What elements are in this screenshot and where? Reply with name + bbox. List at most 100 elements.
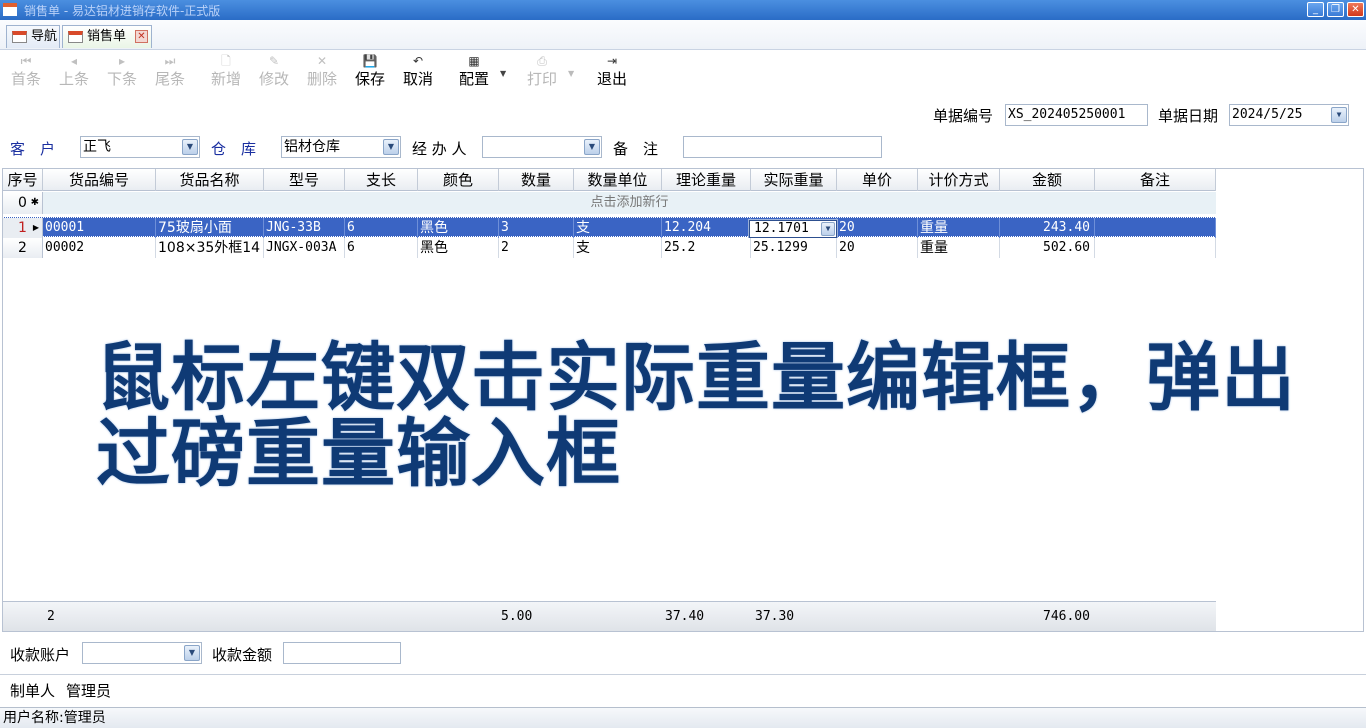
cell-amount[interactable]: 502.60 bbox=[1000, 238, 1095, 258]
cell-price[interactable]: 20 bbox=[837, 238, 918, 258]
cell-unit[interactable]: 支 bbox=[574, 238, 662, 258]
cell-amount[interactable]: 243.40 bbox=[1000, 218, 1095, 238]
close-button[interactable]: ✕ bbox=[1347, 2, 1364, 17]
exit-button[interactable]: ⇥ 退出 bbox=[594, 53, 630, 93]
cell-qty[interactable]: 3 bbox=[499, 218, 574, 238]
cell-color[interactable]: 黑色 bbox=[418, 238, 499, 258]
cell-name[interactable]: 108×35外框14 bbox=[156, 238, 264, 258]
delete-button[interactable]: ✕ 删除 bbox=[304, 53, 340, 93]
weight-dropdown-icon[interactable]: ▼ bbox=[821, 222, 835, 236]
col-header-length[interactable]: 支长 bbox=[345, 169, 418, 191]
cell-remark[interactable] bbox=[1095, 238, 1216, 258]
cell-qty[interactable]: 2 bbox=[499, 238, 574, 258]
minimize-button[interactable]: _ bbox=[1307, 2, 1324, 17]
cell-code[interactable]: 00001 bbox=[43, 218, 156, 238]
col-header-code[interactable]: 货品编号 bbox=[43, 169, 156, 191]
tab-navigation[interactable]: 导航 bbox=[6, 25, 60, 48]
save-icon: 💾 bbox=[362, 54, 378, 68]
edit-icon: ✎ bbox=[268, 54, 280, 68]
row-header: 1 ▶ bbox=[3, 218, 43, 238]
customer-label: 客 户 bbox=[10, 140, 56, 158]
cell-unit[interactable]: 支 bbox=[574, 218, 662, 238]
print-button[interactable]: ⎙ 打印 bbox=[524, 53, 560, 93]
cell-theory-weight[interactable]: 12.204 bbox=[662, 218, 751, 238]
cell-length[interactable]: 6 bbox=[345, 218, 418, 238]
tab-label: 销售单 bbox=[87, 29, 127, 44]
col-header-model[interactable]: 型号 bbox=[264, 169, 345, 191]
cell-theory-weight[interactable]: 25.2 bbox=[662, 238, 751, 258]
col-header-remark[interactable]: 备注 bbox=[1095, 169, 1216, 191]
doc-date-label: 单据日期 bbox=[1158, 107, 1219, 125]
add-button[interactable]: 🗋 新增 bbox=[208, 53, 244, 93]
actual-weight-value: 12.1701 bbox=[754, 221, 809, 236]
toolbar-separator bbox=[514, 55, 515, 93]
title-bar: 销售单 - 易达铝材进销存软件-正式版 _ ❐ ✕ bbox=[0, 0, 1366, 20]
cell-model[interactable]: JNGX-003A bbox=[264, 238, 345, 258]
doc-date-value: 2024/5/25 bbox=[1232, 107, 1303, 122]
save-button[interactable]: 💾 保存 bbox=[352, 53, 388, 93]
payment-account-dropdown-icon[interactable]: ▼ bbox=[184, 645, 200, 661]
last-record-button[interactable]: ⏭ 尾条 bbox=[152, 53, 188, 93]
prev-record-button[interactable]: ◂ 上条 bbox=[56, 53, 92, 93]
cell-pricing[interactable]: 重量 bbox=[918, 218, 1000, 238]
calendar-dropdown-icon[interactable]: ▼ bbox=[1331, 107, 1347, 123]
cell-color[interactable]: 黑色 bbox=[418, 218, 499, 238]
payment-amount-input[interactable] bbox=[283, 642, 401, 664]
grid-summary-row: 2 5.00 37.40 37.30 746.00 bbox=[3, 601, 1216, 631]
add-row[interactable]: 0 ✱ 点击添加新行 bbox=[3, 192, 1216, 214]
handler-dropdown-icon[interactable]: ▼ bbox=[584, 139, 600, 155]
grid-header: 序号 货品编号 货品名称 型号 支长 颜色 数量 数量单位 理论重量 实际重量 … bbox=[3, 169, 1216, 191]
customer-value: 正飞 bbox=[83, 139, 111, 155]
cell-name[interactable]: 75玻扇小面 bbox=[156, 218, 264, 238]
cell-model[interactable]: JNG-33B bbox=[264, 218, 345, 238]
print-dropdown-icon[interactable]: ▼ bbox=[568, 69, 574, 78]
col-header-index[interactable]: 序号 bbox=[3, 169, 43, 191]
document-icon bbox=[68, 31, 83, 43]
col-header-amount[interactable]: 金额 bbox=[1000, 169, 1095, 191]
col-header-pricing[interactable]: 计价方式 bbox=[918, 169, 1000, 191]
cell-code[interactable]: 00002 bbox=[43, 238, 156, 258]
row-header: 2 bbox=[3, 238, 43, 258]
customer-dropdown-icon[interactable]: ▼ bbox=[182, 139, 198, 155]
edit-button[interactable]: ✎ 修改 bbox=[256, 53, 292, 93]
warehouse-dropdown-icon[interactable]: ▼ bbox=[383, 139, 399, 155]
remark-input[interactable] bbox=[683, 136, 882, 158]
cell-price[interactable]: 20 bbox=[837, 218, 918, 238]
first-record-button[interactable]: ⏮ 首条 bbox=[8, 53, 44, 93]
maker-value: 管理员 bbox=[66, 682, 112, 700]
toolbar-separator bbox=[446, 55, 447, 93]
tab-close-icon[interactable]: ✕ bbox=[135, 30, 148, 43]
add-row-hint[interactable]: 点击添加新行 bbox=[43, 192, 1216, 214]
col-header-price[interactable]: 单价 bbox=[837, 169, 918, 191]
cell-length[interactable]: 6 bbox=[345, 238, 418, 258]
next-record-button[interactable]: ▸ 下条 bbox=[104, 53, 140, 93]
tab-sales-order[interactable]: 销售单 ✕ bbox=[62, 25, 152, 48]
handler-label: 经 办 人 bbox=[412, 140, 467, 158]
col-header-unit[interactable]: 数量单位 bbox=[574, 169, 662, 191]
col-header-actual-weight[interactable]: 实际重量 bbox=[751, 169, 837, 191]
summary-count: 2 bbox=[47, 609, 55, 624]
col-header-qty[interactable]: 数量 bbox=[499, 169, 574, 191]
status-bar: 用户名称:管理员 bbox=[0, 707, 1366, 728]
doc-no-field[interactable]: XS_202405250001 bbox=[1005, 104, 1148, 126]
col-header-color[interactable]: 颜色 bbox=[418, 169, 499, 191]
cell-actual-weight[interactable]: 25.1299 bbox=[751, 238, 837, 258]
payment-account-select[interactable]: ▼ bbox=[82, 642, 202, 664]
cancel-button[interactable]: ↶ 取消 bbox=[400, 53, 436, 93]
table-row[interactable]: 2 00002 108×35外框14 JNGX-003A 6 黑色 2 支 25… bbox=[3, 238, 1216, 258]
cell-remark[interactable] bbox=[1095, 218, 1216, 238]
col-header-theory-weight[interactable]: 理论重量 bbox=[662, 169, 751, 191]
cell-pricing[interactable]: 重量 bbox=[918, 238, 1000, 258]
config-button[interactable]: ▦ 配置 bbox=[456, 53, 492, 93]
customer-select[interactable]: 正飞 ▼ bbox=[80, 136, 200, 158]
actual-weight-editor[interactable]: 12.1701 ▼ bbox=[748, 219, 838, 239]
restore-button[interactable]: ❐ bbox=[1327, 2, 1344, 17]
doc-date-picker[interactable]: 2024/5/25 ▼ bbox=[1229, 104, 1349, 126]
warehouse-select[interactable]: 铝材仓库 ▼ bbox=[281, 136, 401, 158]
table-row[interactable]: 1 ▶ 00001 75玻扇小面 JNG-33B 6 黑色 3 支 12.204 … bbox=[3, 217, 1216, 239]
col-header-name[interactable]: 货品名称 bbox=[156, 169, 264, 191]
current-row-icon: ▶ bbox=[32, 223, 39, 232]
config-dropdown-icon[interactable]: ▼ bbox=[500, 69, 506, 78]
handler-select[interactable]: ▼ bbox=[482, 136, 602, 158]
window-title: 销售单 - 易达铝材进销存软件-正式版 bbox=[24, 4, 221, 18]
